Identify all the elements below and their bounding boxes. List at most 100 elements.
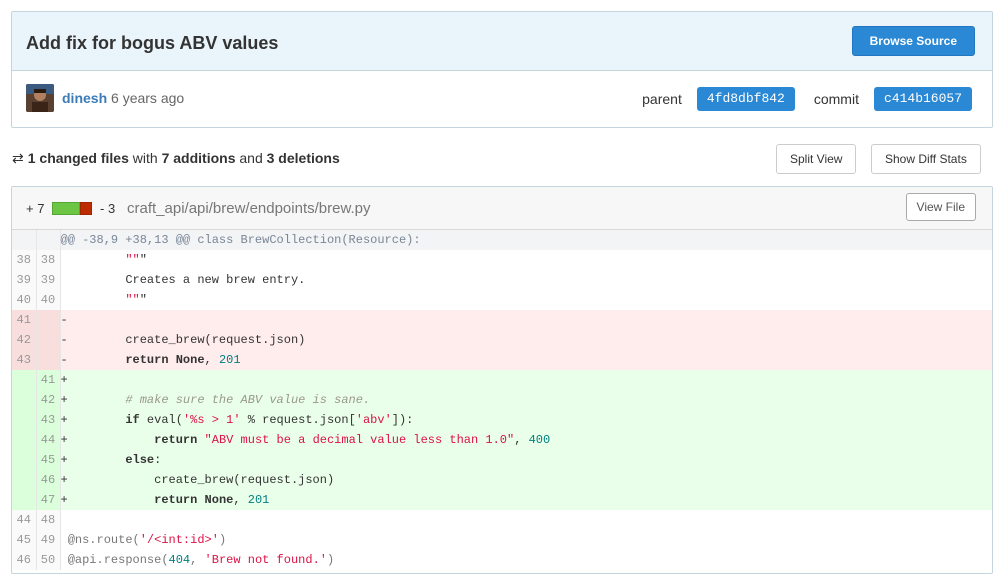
browse-source-button[interactable]: Browse Source xyxy=(851,26,975,56)
old-line-number[interactable]: 38 xyxy=(12,250,37,270)
diff-line-text: return None, 201 xyxy=(154,493,270,507)
new-line-number[interactable]: 44 xyxy=(36,430,61,450)
new-line-number[interactable]: 49 xyxy=(36,530,61,550)
old-line-number[interactable]: 40 xyxy=(12,290,37,310)
avatar[interactable] xyxy=(26,84,54,112)
old-line-number[interactable] xyxy=(12,430,37,450)
commit-meta: dinesh 6 years ago parent 4fd8dbf842 com… xyxy=(12,71,992,128)
diff-line: 44 + return "ABV must be a decimal value … xyxy=(12,430,992,450)
parent-label: parent xyxy=(642,91,682,107)
diff-line: 41 - xyxy=(12,310,992,330)
new-line-number[interactable]: 43 xyxy=(36,410,61,430)
diff-line: 45 + else: xyxy=(12,450,992,470)
author-info: dinesh 6 years ago xyxy=(62,90,184,106)
old-line-number[interactable] xyxy=(12,410,37,430)
old-line-number[interactable]: 39 xyxy=(12,270,37,290)
diff-summary: ⇄ 1 changed files with 7 additions and 3 … xyxy=(12,150,340,167)
new-line-number[interactable]: 48 xyxy=(36,510,61,530)
deletions-count: 3 deletions xyxy=(266,150,340,166)
hunk-header: @@ -38,9 +38,13 @@ class BrewCollection(… xyxy=(60,230,992,250)
new-line-number[interactable]: 40 xyxy=(36,290,61,310)
diff-line: 47 + return None, 201 xyxy=(12,490,992,510)
diff-line-sign: + xyxy=(60,433,68,447)
new-line-number[interactable] xyxy=(36,310,61,330)
diff-line-code: + if eval('%s > 1' % request.json['abv']… xyxy=(60,410,992,430)
diff-line-sign: - xyxy=(60,353,68,367)
commit-sha-link[interactable]: c414b16057 xyxy=(873,87,972,111)
summary-with: with xyxy=(132,150,158,166)
diff-line-text: @ns.route('/<int:id>') xyxy=(67,533,227,547)
new-line-number[interactable]: 50 xyxy=(36,550,61,570)
changed-files-count: 1 changed files xyxy=(27,150,129,166)
commit-label: commit xyxy=(813,91,859,107)
old-line-number[interactable]: 43 xyxy=(12,350,37,370)
new-line-number[interactable]: 38 xyxy=(36,250,61,270)
hunk-header-row: @@ -38,9 +38,13 @@ class BrewCollection(… xyxy=(12,230,992,250)
split-view-button[interactable]: Split View xyxy=(776,144,857,174)
old-line-number[interactable]: 42 xyxy=(12,330,37,350)
file-path: craft_api/api/brew/endpoints/brew.py xyxy=(127,200,371,217)
summary-and: and xyxy=(239,150,263,166)
diff-line-text: Creates a new brew entry. xyxy=(67,273,306,287)
hunk-old-num xyxy=(12,230,37,250)
diff-table: @@ -38,9 +38,13 @@ class BrewCollection(… xyxy=(12,230,992,570)
diff-line-code: + return None, 201 xyxy=(60,490,992,510)
old-line-number[interactable] xyxy=(12,390,37,410)
old-line-number[interactable]: 44 xyxy=(12,510,37,530)
diff-line-sign: - xyxy=(60,313,68,327)
file-diff-panel: + 7 - 3 craft_api/api/brew/endpoints/bre… xyxy=(11,186,993,574)
diff-line-code: + else: xyxy=(60,450,992,470)
new-line-number[interactable]: 41 xyxy=(36,370,61,390)
diff-line-text: """ xyxy=(125,253,147,267)
diff-line-text: create_brew(request.json) xyxy=(67,333,306,347)
diff-line-sign: + xyxy=(60,373,68,387)
new-line-number[interactable]: 42 xyxy=(36,390,61,410)
diff-line-text: create_brew(request.json) xyxy=(67,473,335,487)
new-line-number[interactable]: 45 xyxy=(36,450,61,470)
diff-line: 43 - return None, 201 xyxy=(12,350,992,370)
diff-line-text: return "ABV must be a decimal value less… xyxy=(154,433,551,447)
commit-header: Add fix for bogus ABV values Browse Sour… xyxy=(12,12,992,71)
view-file-button[interactable]: View File xyxy=(905,193,976,221)
diff-line-sign xyxy=(61,293,68,307)
diff-line: 46 50 @api.response(404, 'Brew not found.… xyxy=(12,550,992,570)
diff-line-code: @ns.route('/<int:id>') xyxy=(60,530,992,550)
parent-sha-link[interactable]: 4fd8dbf842 xyxy=(696,87,795,111)
show-diff-stats-button[interactable]: Show Diff Stats xyxy=(871,144,981,174)
diff-stat-additions xyxy=(52,202,80,215)
new-line-number[interactable]: 39 xyxy=(36,270,61,290)
diff-line-sign: - xyxy=(60,333,68,347)
diff-line-sign: + xyxy=(60,453,68,467)
new-line-number[interactable] xyxy=(36,350,61,370)
diff-stat-deletions xyxy=(80,202,92,215)
file-deletions-stat: - 3 xyxy=(100,201,116,216)
diff-stat-bar xyxy=(52,202,92,215)
new-line-number[interactable] xyxy=(36,330,61,350)
diff-line-sign: + xyxy=(60,413,68,427)
diff-line: 42 + # make sure the ABV value is sane. xyxy=(12,390,992,410)
author-link[interactable]: dinesh xyxy=(62,90,107,106)
diff-line: 41 + xyxy=(12,370,992,390)
avatar-image xyxy=(26,84,54,112)
new-line-number[interactable]: 46 xyxy=(36,470,61,490)
diff-line-sign xyxy=(61,273,68,287)
old-line-number[interactable] xyxy=(12,370,37,390)
sha-row: parent 4fd8dbf842 commit c414b16057 xyxy=(642,87,972,111)
diff-line-text: if eval('%s > 1' % request.json['abv']): xyxy=(125,413,414,427)
diff-line-text: @api.response(404, 'Brew not found.') xyxy=(67,553,335,567)
diff-icon: ⇄ xyxy=(12,150,24,166)
new-line-number[interactable]: 47 xyxy=(36,490,61,510)
old-line-number[interactable] xyxy=(12,470,37,490)
old-line-number[interactable]: 45 xyxy=(12,530,37,550)
diff-line-code: + create_brew(request.json) xyxy=(60,470,992,490)
old-line-number[interactable]: 41 xyxy=(12,310,37,330)
additions-count: 7 additions xyxy=(161,150,236,166)
diff-line-sign xyxy=(61,553,68,567)
old-line-number[interactable] xyxy=(12,450,37,470)
commit-title: Add fix for bogus ABV values xyxy=(26,33,279,53)
hunk-new-num xyxy=(36,230,61,250)
old-line-number[interactable]: 46 xyxy=(12,550,37,570)
diff-line-code: """ xyxy=(60,290,992,310)
diff-line: 45 49 @ns.route('/<int:id>') xyxy=(12,530,992,550)
old-line-number[interactable] xyxy=(12,490,37,510)
